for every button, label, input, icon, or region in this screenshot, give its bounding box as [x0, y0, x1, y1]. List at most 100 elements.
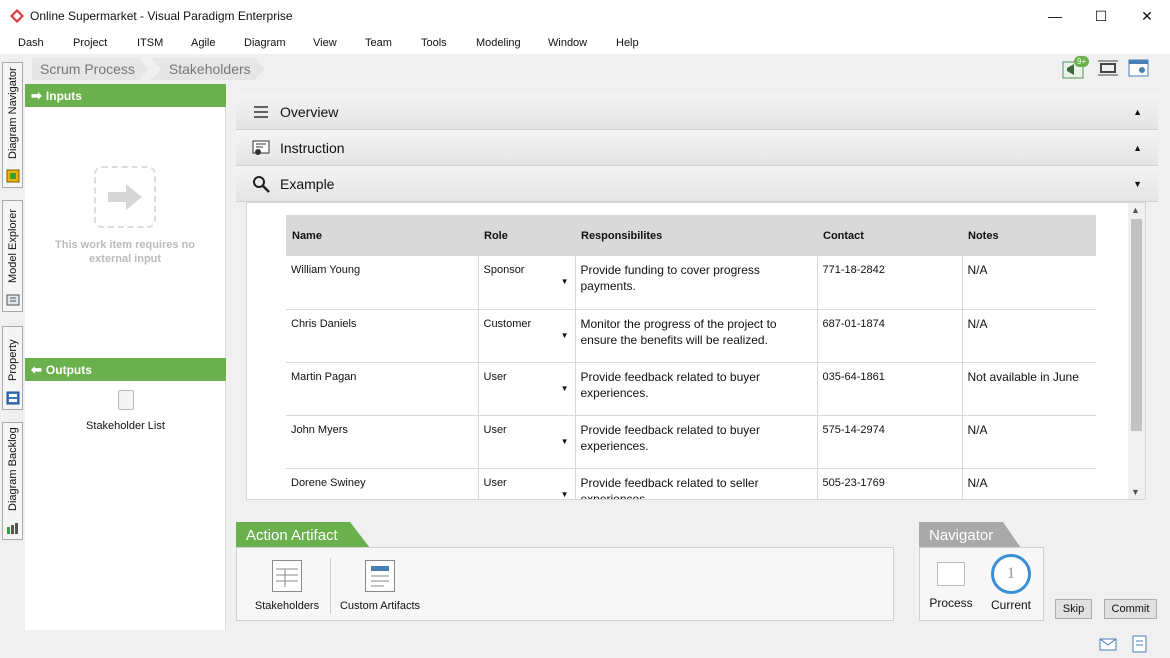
- maximize-button[interactable]: ☐: [1078, 0, 1124, 32]
- menu-diagram[interactable]: Diagram: [244, 37, 286, 49]
- column-header-responsibilities: Responsibilites: [575, 215, 817, 256]
- navigator-header: Navigator: [919, 522, 1021, 548]
- property-icon: [6, 391, 20, 405]
- menu-modeling[interactable]: Modeling: [476, 37, 521, 49]
- navigator-current[interactable]: 1 Current: [986, 554, 1036, 612]
- side-tab-strip: Diagram Navigator Model Explorer Propert…: [0, 54, 25, 654]
- cell-contact[interactable]: 771-18-2842: [817, 256, 963, 310]
- menu-help[interactable]: Help: [616, 37, 639, 49]
- column-header-name: Name: [286, 215, 478, 256]
- tab-property-label: Property: [7, 339, 19, 381]
- cell-name[interactable]: William Young: [286, 256, 479, 310]
- current-step-icon: 1: [991, 554, 1031, 594]
- mail-icon[interactable]: [1099, 638, 1117, 651]
- commit-button[interactable]: Commit: [1104, 599, 1157, 619]
- cell-responsibilities[interactable]: Monitor the progress of the project to e…: [575, 309, 818, 363]
- notification-button[interactable]: 9+: [1062, 56, 1090, 79]
- cell-role[interactable]: Customer ▼: [478, 309, 576, 363]
- role-value: User: [483, 476, 507, 489]
- cell-contact[interactable]: 687-01-1874: [817, 309, 963, 363]
- scroll-up-icon[interactable]: ▲: [1131, 205, 1140, 215]
- navigator-process[interactable]: Process: [926, 562, 976, 610]
- cell-name[interactable]: Martin Pagan: [286, 362, 479, 416]
- scroll-down-icon[interactable]: ▼: [1131, 487, 1140, 497]
- minimize-button[interactable]: —: [1032, 0, 1078, 32]
- role-value: User: [483, 423, 507, 436]
- cell-contact[interactable]: 505-23-1769: [817, 468, 963, 499]
- section-overview[interactable]: Overview ▲: [236, 94, 1158, 130]
- table-header-row: Name Role Responsibilites Contact Notes: [286, 215, 1096, 256]
- artifact-label: Stakeholders: [254, 600, 320, 612]
- tab-model-explorer[interactable]: Model Explorer: [2, 200, 23, 312]
- cell-role[interactable]: User ▼: [478, 362, 576, 416]
- scrollbar-thumb[interactable]: [1131, 219, 1142, 431]
- menu-view[interactable]: View: [313, 37, 337, 49]
- fit-view-button[interactable]: [1097, 58, 1119, 78]
- example-table-panel: Name Role Responsibilites Contact Notes …: [246, 202, 1146, 500]
- close-button[interactable]: ✕: [1124, 0, 1170, 32]
- custom-artifact-icon: [365, 560, 395, 592]
- process-icon: [937, 562, 965, 586]
- artifact-custom-artifacts[interactable]: Custom Artifacts: [337, 560, 423, 612]
- menu-itsm[interactable]: ITSM: [137, 37, 163, 49]
- divider: [330, 558, 331, 614]
- collapse-caret-icon[interactable]: ▲: [1133, 143, 1142, 153]
- menu-project[interactable]: Project: [73, 37, 107, 49]
- cell-contact[interactable]: 575-14-2974: [817, 415, 963, 469]
- section-example-label: Example: [280, 175, 335, 192]
- skip-button[interactable]: Skip: [1055, 599, 1092, 619]
- arrow-right-placeholder-icon: [108, 184, 142, 210]
- cell-name[interactable]: Chris Daniels: [286, 309, 479, 363]
- table-document-icon: [272, 560, 302, 592]
- menu-window[interactable]: Window: [548, 37, 587, 49]
- tab-diagram-backlog[interactable]: Diagram Backlog: [2, 422, 23, 540]
- menu-dash[interactable]: Dash: [18, 37, 44, 49]
- section-instruction[interactable]: Instruction ▲: [236, 130, 1158, 166]
- cell-notes[interactable]: N/A: [962, 256, 1096, 310]
- expand-caret-icon[interactable]: ▼: [1133, 179, 1142, 189]
- section-overview-label: Overview: [280, 103, 339, 120]
- table-vertical-scrollbar[interactable]: ▲ ▼: [1128, 203, 1145, 499]
- menu-tools[interactable]: Tools: [421, 37, 447, 49]
- dropdown-arrow-icon[interactable]: ▼: [561, 381, 569, 397]
- cell-name[interactable]: John Myers: [286, 415, 479, 469]
- cell-role[interactable]: Sponsor ▼: [478, 256, 576, 310]
- menu-agile[interactable]: Agile: [191, 37, 215, 49]
- dropdown-arrow-icon[interactable]: ▼: [561, 487, 569, 500]
- cell-role[interactable]: User ▼: [478, 468, 576, 500]
- collapse-caret-icon[interactable]: ▲: [1133, 107, 1142, 117]
- status-bar: [0, 630, 1170, 658]
- cell-notes[interactable]: N/A: [962, 309, 1096, 363]
- cell-notes[interactable]: Not available in June: [962, 362, 1096, 416]
- dropdown-arrow-icon[interactable]: ▼: [561, 328, 569, 344]
- artifact-stakeholders[interactable]: Stakeholders: [251, 560, 323, 612]
- output-stakeholder-list[interactable]: Stakeholder List: [25, 390, 226, 432]
- dropdown-arrow-icon[interactable]: ▼: [561, 434, 569, 450]
- dropdown-arrow-icon[interactable]: ▼: [561, 274, 569, 290]
- tab-property[interactable]: Property: [2, 326, 23, 410]
- menu-team[interactable]: Team: [365, 37, 392, 49]
- cell-responsibilities[interactable]: Provide funding to cover progress paymen…: [575, 256, 818, 310]
- cell-responsibilities[interactable]: Provide feedback related to buyer experi…: [575, 362, 818, 416]
- table-row: John Myers User ▼ Provide feedback relate…: [286, 415, 1096, 469]
- role-value: Sponsor: [483, 264, 525, 276]
- cell-notes[interactable]: N/A: [962, 415, 1096, 469]
- layout-button[interactable]: [1128, 58, 1150, 78]
- cell-responsibilities[interactable]: Provide feedback related to buyer experi…: [575, 415, 818, 469]
- breadcrumb-stakeholders[interactable]: Stakeholders: [151, 58, 265, 80]
- cell-contact[interactable]: 035-64-1861: [817, 362, 963, 416]
- section-example[interactable]: Example ▼: [236, 166, 1158, 202]
- notes-icon[interactable]: [1132, 635, 1148, 653]
- diagram-navigator-icon: [6, 169, 20, 183]
- table-row: Dorene Swiney User ▼ Provide feedback rel…: [286, 468, 1096, 500]
- model-explorer-icon: [6, 293, 20, 307]
- table-row: Chris Daniels Customer ▼ Monitor the prog…: [286, 309, 1096, 363]
- cell-responsibilities[interactable]: Provide feedback related to seller exper…: [575, 468, 818, 499]
- cell-notes[interactable]: N/A: [962, 468, 1096, 499]
- output-label: Stakeholder List: [86, 420, 165, 432]
- cell-role[interactable]: User ▼: [478, 415, 576, 469]
- breadcrumb-scrum-process[interactable]: Scrum Process: [32, 58, 149, 80]
- tab-diagram-navigator[interactable]: Diagram Navigator: [2, 62, 23, 188]
- inputs-header: ➡ Inputs: [25, 84, 226, 107]
- cell-name[interactable]: Dorene Swiney: [286, 468, 479, 499]
